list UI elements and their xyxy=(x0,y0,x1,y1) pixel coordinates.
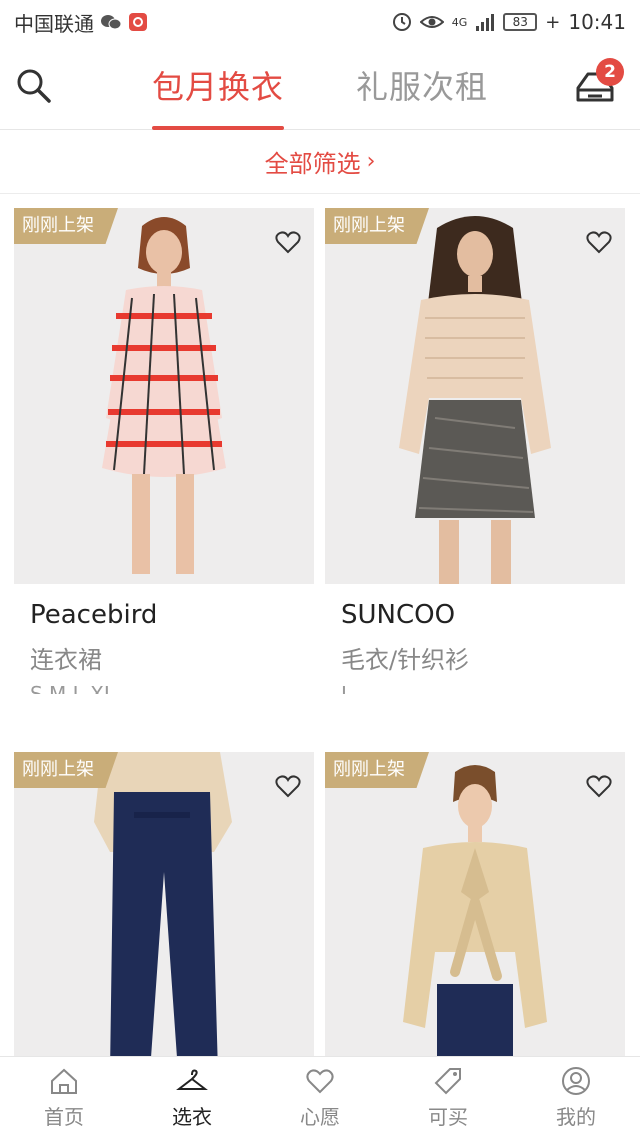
home-icon xyxy=(51,1068,77,1094)
nav-buyable[interactable]: 可买 xyxy=(384,1057,512,1138)
nav-select-label: 选衣 xyxy=(172,1105,212,1129)
nav-select-clothes[interactable]: 选衣 xyxy=(128,1057,256,1138)
model-photo-red-stripe-dress xyxy=(102,217,226,574)
nav-home-label: 首页 xyxy=(44,1105,84,1129)
new-arrival-badge: 刚刚上架 xyxy=(14,752,118,788)
product-photo[interactable]: 刚刚上架 xyxy=(14,208,314,584)
product-sizes: L xyxy=(341,682,353,694)
filter-label: 全部筛选 xyxy=(264,150,361,178)
status-bar: 中国联通 4G 83 + 10:41 xyxy=(0,0,640,44)
signal-icon xyxy=(476,14,495,31)
product-sizes: S M L XL xyxy=(30,682,116,694)
app-notification-icon xyxy=(129,13,147,31)
product-brand: Peacebird xyxy=(30,600,158,630)
product-photo[interactable]: 刚刚上架 xyxy=(325,208,625,584)
model-photo-satin-blouse xyxy=(403,765,547,1058)
tab-monthly-rental[interactable]: 包月换衣 xyxy=(151,44,285,130)
filter-bar[interactable]: 全部筛选 › xyxy=(0,130,640,194)
heart-icon[interactable] xyxy=(585,228,613,256)
product-photo[interactable]: 刚刚上架 xyxy=(14,752,314,1058)
heart-icon[interactable] xyxy=(274,228,302,256)
alarm-icon xyxy=(392,13,411,31)
battery-icon: 83 xyxy=(503,13,538,31)
nav-profile[interactable]: 我的 xyxy=(512,1057,640,1138)
top-header: 包月换衣 礼服次租 2 xyxy=(0,44,640,130)
heart-icon[interactable] xyxy=(585,772,613,800)
product-brand: SUNCOO xyxy=(341,600,456,630)
product-card[interactable]: 刚刚上架 SUNCOO 毛衣/针织衫 L xyxy=(325,208,625,708)
battery-level: 83 xyxy=(512,15,528,29)
network-label: 4G xyxy=(451,15,468,29)
nav-buyable-label: 可买 xyxy=(428,1105,468,1129)
nav-wishlist[interactable]: 心愿 xyxy=(256,1057,384,1138)
tab-dress-rental[interactable]: 礼服次租 xyxy=(356,44,488,130)
chevron-right-icon: › xyxy=(366,149,376,174)
profile-icon xyxy=(562,1067,590,1095)
carrier-label: 中国联通 xyxy=(14,11,94,36)
product-card[interactable]: 刚刚上架 Peacebird 连衣裙 S M L XL xyxy=(14,208,314,708)
model-photo-navy-trousers xyxy=(94,752,232,1058)
hanger-icon xyxy=(176,1069,208,1090)
category-tabs: 包月换衣 礼服次租 xyxy=(0,44,640,130)
product-photo[interactable]: 刚刚上架 xyxy=(325,752,625,1058)
tag-icon xyxy=(434,1068,461,1095)
nav-profile-label: 我的 xyxy=(556,1105,596,1129)
new-arrival-badge: 刚刚上架 xyxy=(14,208,118,244)
heart-icon xyxy=(306,1069,334,1094)
clock: 10:41 xyxy=(568,10,626,34)
product-category: 毛衣/针织衫 xyxy=(341,646,470,674)
wechat-icon xyxy=(101,15,122,30)
model-photo-knit-top-tweed-skirt xyxy=(399,216,551,584)
product-card[interactable]: 刚刚上架 xyxy=(325,752,625,1058)
product-card[interactable]: 刚刚上架 xyxy=(14,752,314,1058)
cart-count-badge: 2 xyxy=(596,58,624,86)
heart-icon[interactable] xyxy=(274,772,302,800)
new-arrival-badge: 刚刚上架 xyxy=(325,208,429,244)
new-arrival-badge: 刚刚上架 xyxy=(325,752,429,788)
product-category: 连衣裙 xyxy=(30,646,102,674)
bottom-navigation: 首页 选衣 心愿 可买 我的 xyxy=(0,1056,640,1138)
cart-button[interactable]: 2 xyxy=(572,58,624,110)
nav-home[interactable]: 首页 xyxy=(0,1057,128,1138)
nav-wishlist-label: 心愿 xyxy=(300,1105,340,1129)
eye-icon xyxy=(419,16,444,28)
